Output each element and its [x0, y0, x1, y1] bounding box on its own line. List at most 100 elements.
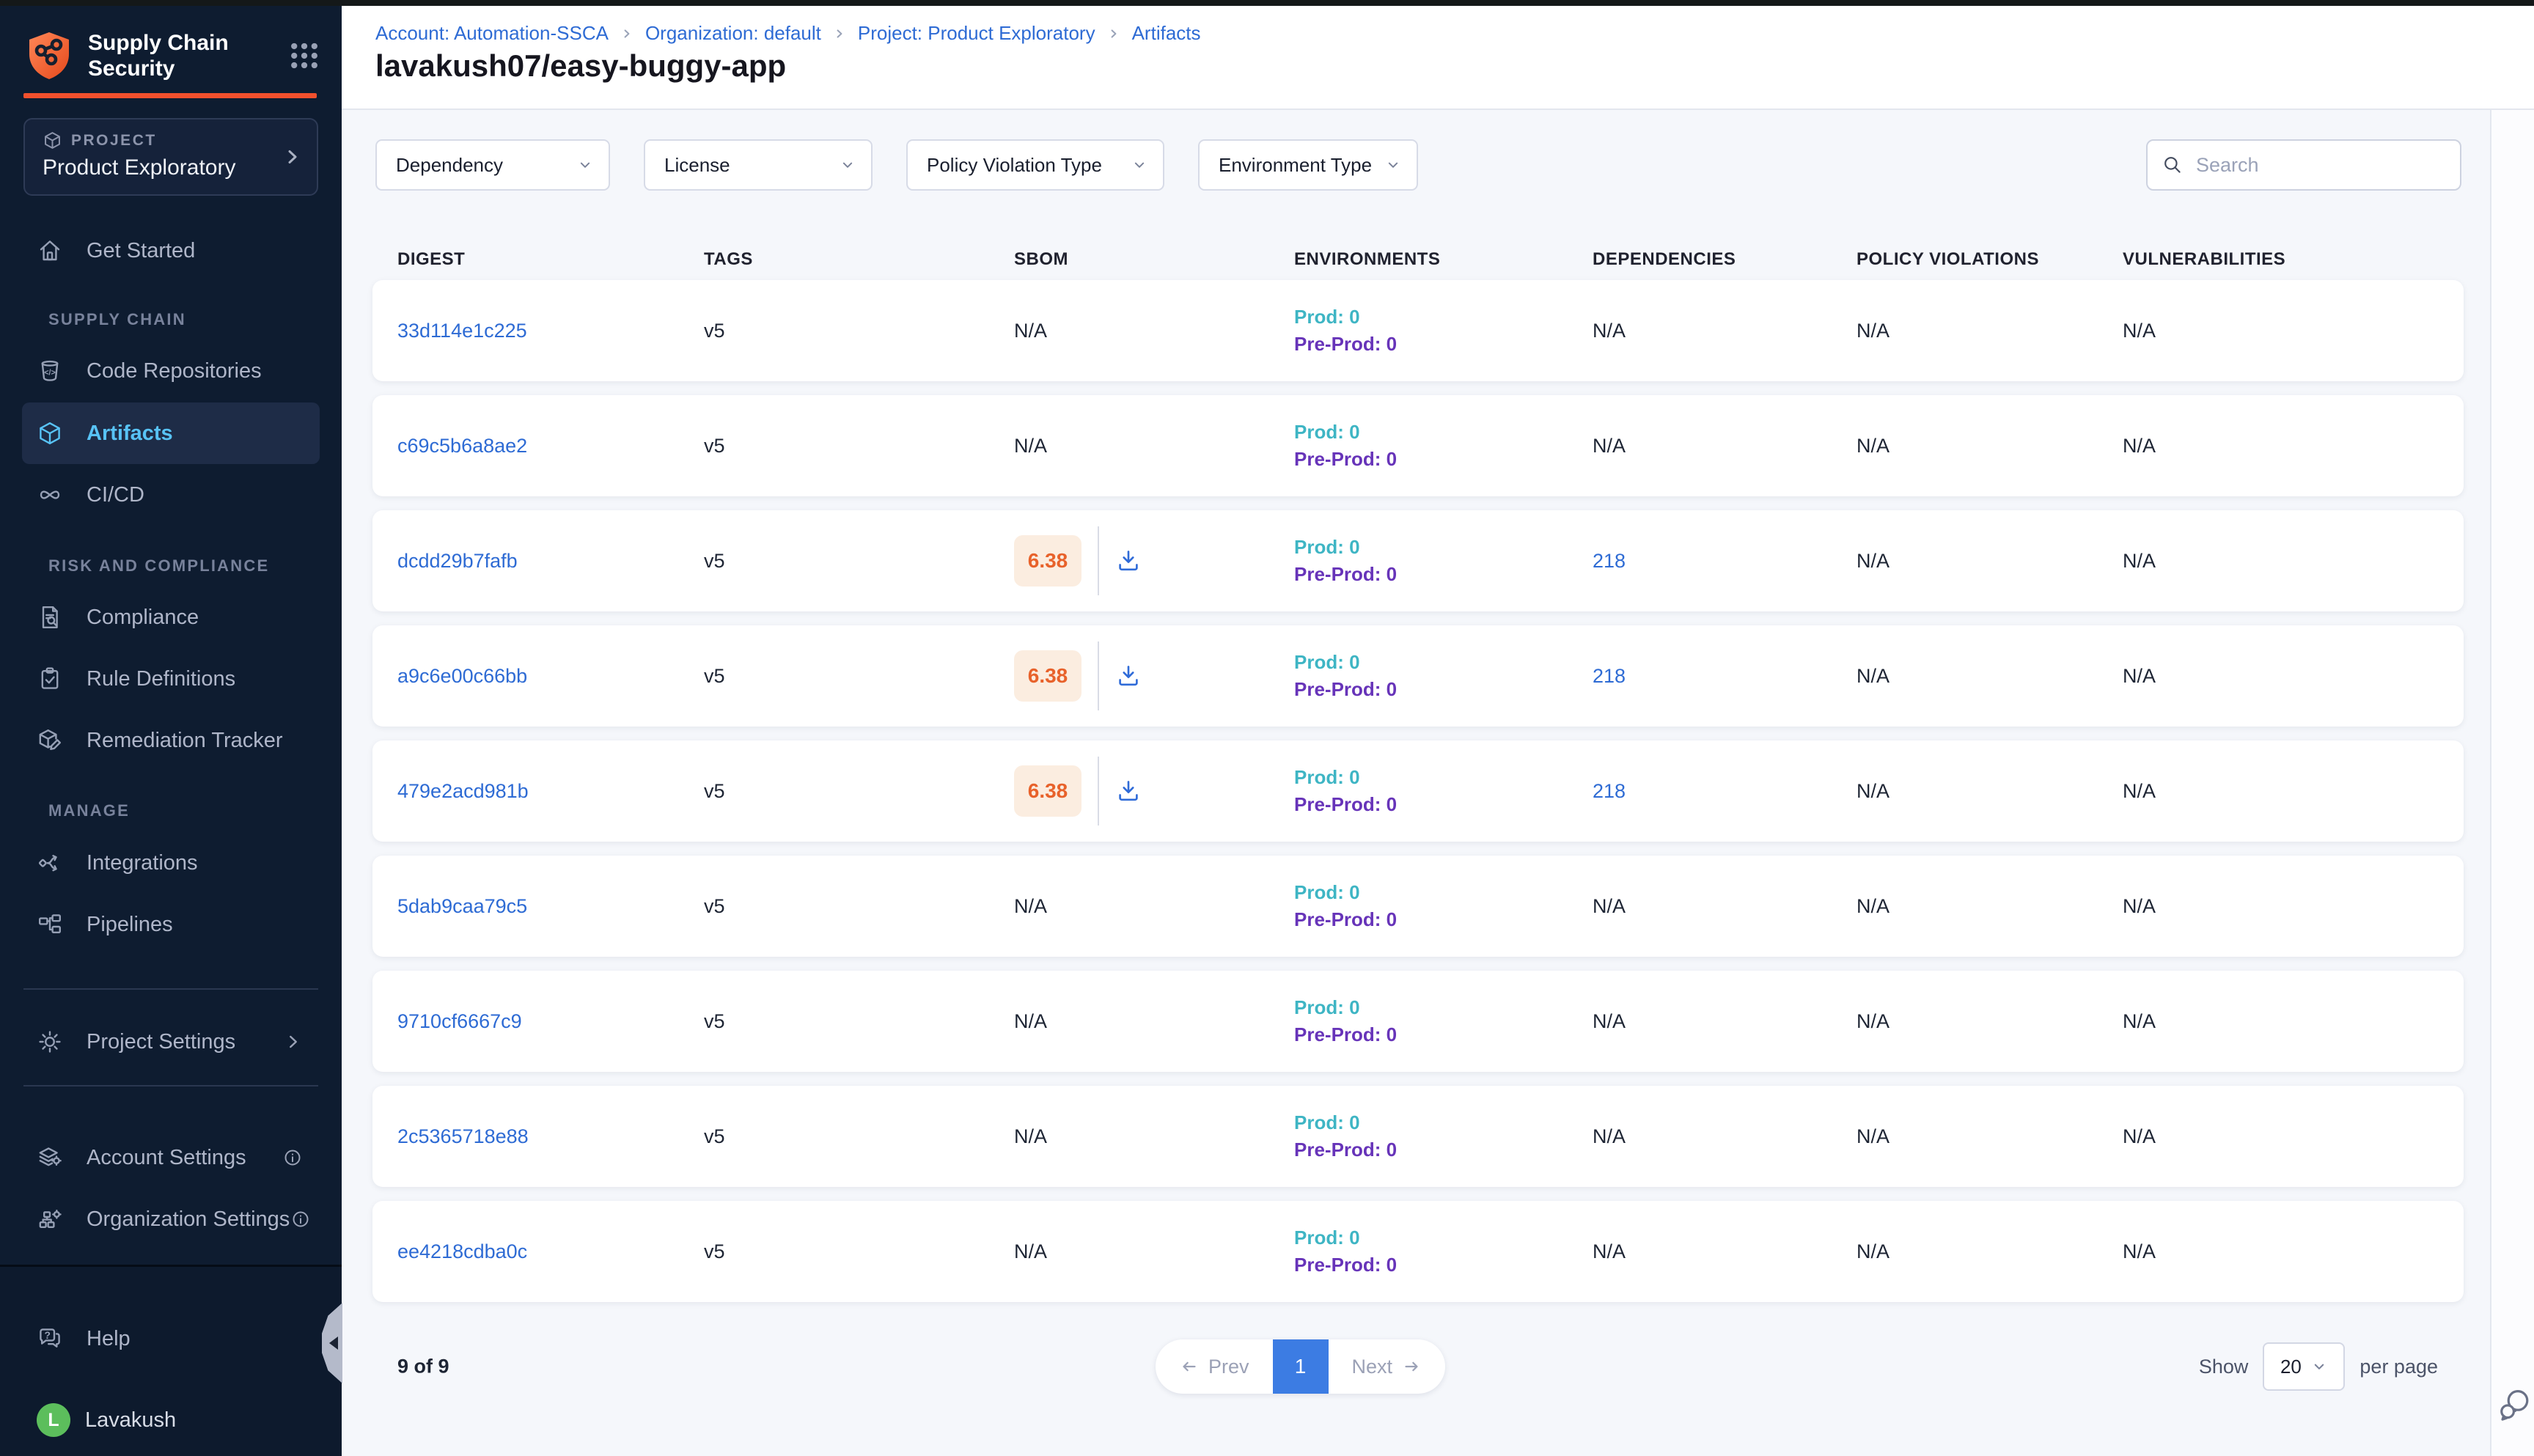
- env-prod-value: Prod: 0: [1294, 1109, 1568, 1136]
- search-input[interactable]: [2195, 153, 2447, 177]
- policy-violations-value: N/A: [1857, 1240, 1890, 1262]
- sidebar-item-code-repositories[interactable]: </>Code Repositories: [22, 340, 320, 402]
- page-size-select[interactable]: 20: [2263, 1342, 2345, 1391]
- chevron-down-icon: [1131, 156, 1148, 174]
- column-header-environments: ENVIRONMENTS: [1269, 249, 1568, 270]
- chevron-down-icon: [1384, 156, 1402, 174]
- sidebar-item-help[interactable]: ? Help: [22, 1308, 320, 1369]
- filter-label: License: [664, 154, 730, 177]
- sidebar-item-account-settings[interactable]: Account Settings: [22, 1127, 320, 1188]
- column-header-sbom: SBOM: [989, 249, 1269, 270]
- sidebar-divider: [23, 988, 318, 990]
- pagination-prev-button[interactable]: Prev: [1156, 1339, 1273, 1394]
- breadcrumb-link-artifacts[interactable]: Artifacts: [1132, 22, 1201, 45]
- sbom-score-badge: 6.38: [1014, 765, 1081, 817]
- column-header-tags: TAGS: [679, 249, 989, 270]
- breadcrumb-link-project-product-exploratory[interactable]: Project: Product Exploratory: [858, 22, 1095, 45]
- doc-search-icon: [37, 604, 72, 630]
- sidebar-item-label: Remediation Tracker: [87, 729, 283, 753]
- filter-dependency[interactable]: Dependency: [375, 139, 610, 191]
- sbom-download-icon[interactable]: [1115, 663, 1142, 689]
- org-gear-icon: [37, 1206, 72, 1232]
- chat-help-icon[interactable]: [2497, 1387, 2533, 1422]
- digest-link[interactable]: a9c6e00c66bb: [397, 665, 527, 687]
- digest-link[interactable]: 5dab9caa79c5: [397, 895, 527, 917]
- sidebar-item-pipelines[interactable]: Pipelines: [22, 894, 320, 955]
- digest-link[interactable]: ee4218cdba0c: [397, 1240, 527, 1262]
- chevron-right-icon: [283, 1032, 304, 1052]
- env-preprod-value: Pre-Prod: 0: [1294, 446, 1568, 473]
- nav-section-label: SUPPLY CHAIN: [48, 305, 186, 334]
- search-box[interactable]: [2146, 139, 2461, 191]
- filter-label: Dependency: [396, 154, 503, 177]
- sbom-value: N/A: [1014, 1010, 1047, 1032]
- page-header: Account: Automation-SSCA Organization: de…: [342, 6, 2534, 110]
- breadcrumb-link-account-automation-ssca[interactable]: Account: Automation-SSCA: [375, 22, 609, 45]
- env-preprod-value: Pre-Prod: 0: [1294, 676, 1568, 703]
- sidebar-item-remediation-tracker[interactable]: Remediation Tracker: [22, 710, 320, 771]
- sidebar-item-compliance[interactable]: Compliance: [22, 587, 320, 648]
- nav-section-label: RISK AND COMPLIANCE: [48, 551, 269, 581]
- policy-violations-value: N/A: [1857, 665, 1890, 687]
- digest-link[interactable]: 33d114e1c225: [397, 320, 527, 342]
- infinity-icon: [37, 482, 72, 508]
- per-page-label: per page: [2359, 1356, 2438, 1378]
- sidebar-item-integrations[interactable]: Integrations: [22, 832, 320, 894]
- dependencies-link[interactable]: 218: [1593, 665, 1626, 687]
- breadcrumb-link-organization-default[interactable]: Organization: default: [645, 22, 821, 45]
- sidebar-item-label: Project Settings: [87, 1030, 235, 1054]
- cube-edit-icon: [37, 727, 72, 754]
- sidebar-item-get-started[interactable]: Get Started: [22, 220, 320, 282]
- dependencies-link[interactable]: 218: [1593, 550, 1626, 572]
- vulnerabilities-value: N/A: [2123, 780, 2156, 802]
- sbom-value: N/A: [1014, 435, 1047, 457]
- column-header-digest: DIGEST: [372, 249, 679, 270]
- pagination-page-1[interactable]: 1: [1273, 1339, 1329, 1394]
- sidebar-item-ci-cd[interactable]: CI/CD: [22, 464, 320, 526]
- sidebar-item-project-settings[interactable]: Project Settings: [22, 1011, 320, 1073]
- sidebar-item-label: Organization Settings: [87, 1207, 290, 1232]
- env-preprod-value: Pre-Prod: 0: [1294, 906, 1568, 933]
- env-prod-value: Prod: 0: [1294, 1224, 1568, 1251]
- breadcrumb: Account: Automation-SSCA Organization: de…: [375, 22, 1201, 45]
- table-row: dcdd29b7fafbv5 6.38 Prod: 0 Pre-Prod: 0 …: [372, 510, 2464, 611]
- env-prod-value: Prod: 0: [1294, 994, 1568, 1021]
- sbom-download-icon[interactable]: [1115, 548, 1142, 574]
- env-preprod-value: Pre-Prod: 0: [1294, 1251, 1568, 1279]
- sbom-score-badge: 6.38: [1014, 535, 1081, 587]
- info-icon: [282, 1147, 304, 1169]
- pagination-next-button[interactable]: Next: [1329, 1339, 1446, 1394]
- filter-license[interactable]: License: [644, 139, 873, 191]
- digest-link[interactable]: 9710cf6667c9: [397, 1010, 522, 1032]
- sidebar-item-rule-definitions[interactable]: Rule Definitions: [22, 648, 320, 710]
- dependencies-value: N/A: [1593, 895, 1626, 917]
- chevron-down-icon: [839, 156, 856, 174]
- table-row: c69c5b6a8ae2v5N/A Prod: 0 Pre-Prod: 0 N/…: [372, 395, 2464, 496]
- dependencies-link[interactable]: 218: [1593, 780, 1626, 802]
- sidebar-nav: Get Started SUPPLY CHAIN </>Code Repositor…: [0, 6, 342, 1456]
- sidebar-item-organization-settings[interactable]: Organization Settings: [22, 1188, 320, 1250]
- chevron-down-icon: [576, 156, 594, 174]
- env-prod-value: Prod: 0: [1294, 764, 1568, 791]
- table-row: 479e2acd981bv5 6.38 Prod: 0 Pre-Prod: 0 …: [372, 740, 2464, 842]
- svg-text:?: ?: [45, 1330, 51, 1341]
- sidebar-divider: [23, 1085, 318, 1087]
- user-menu[interactable]: L Lavakush: [22, 1389, 320, 1451]
- sbom-download-icon[interactable]: [1115, 778, 1142, 804]
- digest-link[interactable]: dcdd29b7fafb: [397, 550, 518, 572]
- sidebar-item-artifacts[interactable]: Artifacts: [22, 402, 320, 464]
- filter-policy-violation-type[interactable]: Policy Violation Type: [906, 139, 1164, 191]
- filter-environment-type[interactable]: Environment Type: [1198, 139, 1418, 191]
- digest-link[interactable]: 2c5365718e88: [397, 1125, 529, 1147]
- arrow-right-icon: [1401, 1356, 1422, 1377]
- vulnerabilities-value: N/A: [2123, 1240, 2156, 1262]
- sbom-value: N/A: [1014, 895, 1047, 917]
- search-icon: [2161, 153, 2184, 177]
- digest-link[interactable]: c69c5b6a8ae2: [397, 435, 527, 457]
- tag-value: v5: [704, 895, 725, 917]
- digest-link[interactable]: 479e2acd981b: [397, 780, 529, 802]
- sbom-divider: [1098, 641, 1099, 710]
- tag-value: v5: [704, 665, 725, 687]
- sbom-value: N/A: [1014, 320, 1047, 342]
- tag-value: v5: [704, 320, 725, 342]
